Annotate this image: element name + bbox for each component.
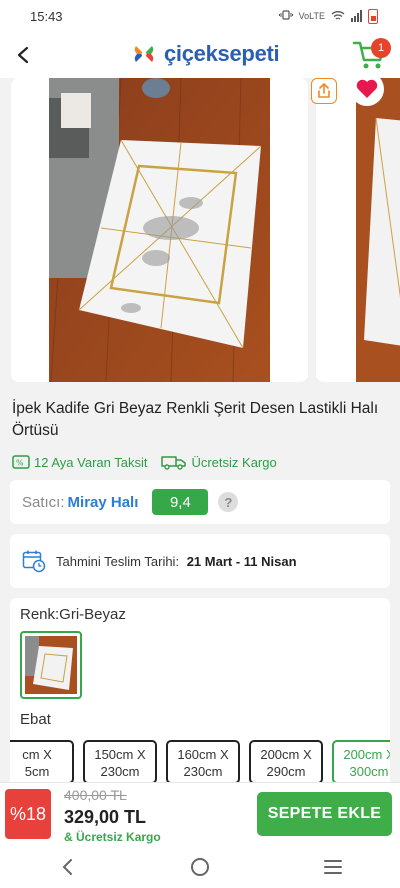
size-option-line1: 160cm X: [177, 747, 229, 762]
size-option-line1: cm X: [22, 747, 52, 762]
free-shipping-badge: Ücretsiz Kargo: [161, 454, 277, 470]
brand-logo[interactable]: çiçeksepeti: [130, 40, 280, 68]
cart-count-badge: 1: [371, 38, 391, 58]
free-shipping-text: Ücretsiz Kargo: [191, 454, 277, 470]
vibrate-icon: [278, 10, 293, 22]
nav-back-button[interactable]: [47, 852, 87, 882]
size-option[interactable]: 150cm X 230cm: [83, 740, 157, 784]
size-options: cm X 5cm 150cm X 230cm 160cm X 230cm 200cm …: [10, 740, 390, 784]
color-swatch-gray-white[interactable]: [20, 631, 82, 699]
nav-menu-icon: [324, 860, 343, 874]
battery-icon: [368, 8, 378, 24]
help-icon[interactable]: ?: [218, 492, 239, 512]
size-option-line2: 230cm: [183, 764, 223, 779]
back-button[interactable]: [10, 42, 36, 68]
product-title: İpek Kadife Gri Beyaz Renkli Şerit Desen…: [12, 400, 379, 439]
product-image-next[interactable]: [316, 78, 400, 382]
heart-icon: [356, 79, 378, 98]
app-header: çiçeksepeti: [0, 32, 400, 78]
signal-icon: [351, 10, 362, 22]
size-option-line2: 300cm: [349, 764, 389, 779]
size-option[interactable]: cm X 5cm: [10, 740, 74, 784]
purchase-bar: %18 400,00 TL 329,00 TL & Ücretsiz Kargo…: [0, 782, 400, 846]
old-price: 400,00 TL: [64, 787, 127, 803]
size-option[interactable]: 200cm X 290cm: [249, 740, 323, 784]
installment-icon: %: [12, 455, 30, 469]
seller-label: Satıcı:: [22, 493, 65, 511]
installment-badge: % 12 Aya Varan Taksit: [12, 455, 147, 470]
product-gallery[interactable]: [0, 78, 400, 388]
size-label: Ebat: [20, 711, 51, 728]
delivery-date: 21 Mart - 11 Nisan: [186, 553, 297, 569]
product-badges: % 12 Aya Varan Taksit Ücretsiz Kargo: [12, 454, 388, 470]
size-option-line1: 150cm X: [94, 747, 146, 762]
share-icon: [318, 83, 330, 98]
status-bar: 15:43 VoLTE: [0, 0, 400, 32]
system-nav-bar: [0, 846, 400, 888]
options-card: Renk:Gri-Beyaz Ebat cm X 5cm 150cm X 230cm…: [10, 598, 390, 798]
product-image[interactable]: [11, 78, 308, 382]
size-option[interactable]: 160cm X 230cm: [166, 740, 240, 784]
seller-card[interactable]: Satıcı: Miray Halı 9,4 ?: [10, 480, 390, 524]
status-icons: VoLTE: [278, 8, 378, 24]
color-label: Renk:Gri-Beyaz: [20, 606, 126, 623]
back-arrow-icon: [17, 46, 29, 64]
delivery-label: Tahmini Teslim Tarihi:: [56, 553, 180, 569]
current-price: 329,00 TL: [64, 807, 147, 827]
size-option-line2: 290cm: [266, 764, 306, 779]
logo-text: çiçeksepeti: [164, 41, 280, 66]
size-option-line2: 230cm: [100, 764, 140, 779]
size-option-line1: 200cm X: [343, 747, 390, 762]
size-option-line1: 200cm X: [260, 747, 312, 762]
nav-back-icon: [62, 859, 72, 875]
share-button[interactable]: [311, 78, 337, 104]
product-info: İpek Kadife Gri Beyaz Renkli Şerit Desen…: [0, 388, 400, 480]
discount-badge: %18: [5, 789, 51, 839]
installment-text: 12 Aya Varan Taksit: [34, 454, 148, 470]
delivery-card: Tahmini Teslim Tarihi: 21 Mart - 11 Nisa…: [10, 534, 390, 588]
seller-name-link[interactable]: Miray Halı: [68, 494, 139, 511]
flower-logo-icon: [134, 46, 154, 62]
nav-home-icon: [190, 858, 209, 876]
truck-icon: [161, 456, 187, 470]
seller-score-badge: 9,4: [152, 489, 209, 515]
shipping-note: & Ücretsiz Kargo: [64, 830, 161, 844]
wifi-icon: [331, 10, 345, 23]
status-time: 15:43: [30, 8, 63, 24]
svg-text:%: %: [16, 459, 24, 468]
nav-home-button[interactable]: [180, 852, 220, 882]
calendar-clock-icon: [22, 550, 46, 573]
add-to-cart-button[interactable]: SEPETE EKLE: [257, 792, 392, 836]
network-label: VoLTE: [298, 11, 325, 21]
size-option-line2: 5cm: [24, 764, 50, 779]
size-option-selected[interactable]: 200cm X 300cm: [332, 740, 390, 784]
nav-recents-button[interactable]: [313, 852, 353, 882]
